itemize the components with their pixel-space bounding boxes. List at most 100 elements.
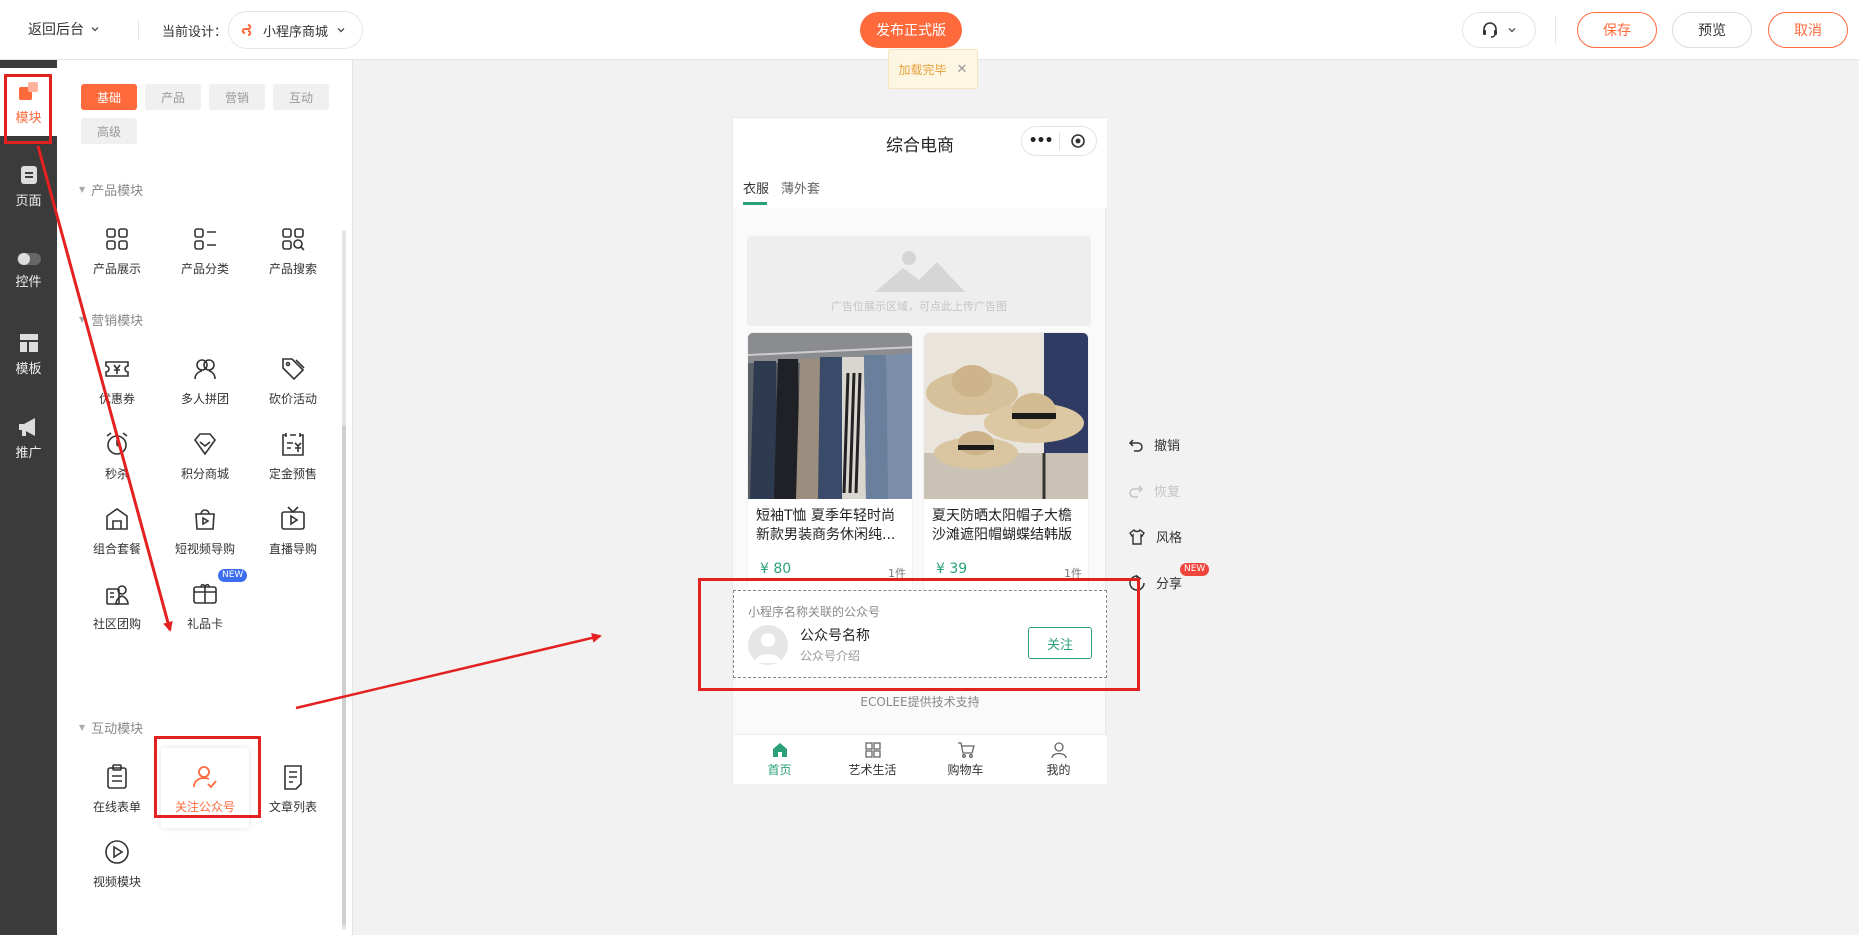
- play-circle-icon: [105, 839, 129, 864]
- rail-item-template[interactable]: 模板: [0, 320, 57, 388]
- tab-marketing[interactable]: 营销: [209, 84, 265, 110]
- palette-scrollbar-thumb[interactable]: [342, 425, 346, 925]
- new-badge: NEW: [1180, 563, 1210, 576]
- module-label: 视频模块: [92, 874, 141, 889]
- grid-icon: [106, 227, 128, 250]
- publish-button[interactable]: 发布正式版: [860, 12, 962, 48]
- user-check-icon: [193, 765, 217, 788]
- section-interactive-modules[interactable]: ▼ 互动模块: [79, 718, 143, 737]
- nav-cart[interactable]: 购物车: [919, 741, 1012, 778]
- module-bargain[interactable]: 砍价活动: [249, 342, 337, 418]
- redo-label: 恢复: [1154, 485, 1181, 500]
- more-icon[interactable]: •••: [1022, 133, 1059, 149]
- support-dropdown[interactable]: [1462, 12, 1536, 48]
- product-name: 夏天防晒太阳帽子大檐沙滩遮阳帽蝴蝶结韩版: [932, 508, 1072, 543]
- tab-interactive[interactable]: 互动: [273, 84, 329, 110]
- module-article-list[interactable]: 文章列表: [249, 750, 337, 826]
- basket-icon: [106, 507, 128, 530]
- module-deposit-presale[interactable]: 定金预售: [249, 417, 337, 493]
- module-label: 社区团购: [92, 616, 141, 631]
- rail-item-page[interactable]: 页面: [0, 152, 57, 220]
- divider: [1555, 16, 1556, 44]
- tab-product[interactable]: 产品: [145, 84, 201, 110]
- rail-item-promote[interactable]: 推广: [0, 404, 57, 472]
- back-to-admin-button[interactable]: 返回后台: [28, 19, 100, 39]
- module-label: 积分商城: [180, 466, 229, 481]
- tab-clothes[interactable]: 衣服: [743, 178, 769, 197]
- module-group-buy[interactable]: 多人拼团: [161, 342, 249, 418]
- product-image-shirts: [748, 333, 912, 499]
- document-icon: [284, 764, 302, 790]
- module-combo[interactable]: 组合套餐: [73, 492, 161, 568]
- module-video[interactable]: 视频模块: [73, 825, 161, 901]
- grid-search-icon: [282, 227, 305, 251]
- calendar-yen-icon: [282, 432, 304, 456]
- product-price: ¥ 80: [760, 561, 792, 577]
- category-list-icon: [194, 227, 216, 250]
- section-product-modules[interactable]: ▼ 产品模块: [79, 180, 143, 199]
- product-qty: 1件: [888, 567, 906, 580]
- design-selector[interactable]: 小程序商城: [228, 11, 363, 49]
- style-button[interactable]: 风格: [1128, 527, 1182, 546]
- phone-preview: 综合电商 ••• 衣服 薄外套 广告位展示区域，可点此上传广告图 短袖T恤 夏季…: [732, 117, 1107, 784]
- miniprogram-capsule[interactable]: •••: [1021, 126, 1097, 156]
- category-tabs: 衣服 薄外套: [733, 168, 1107, 208]
- nav-mine[interactable]: 我的: [1012, 741, 1105, 778]
- follow-official-account-module[interactable]: 小程序名称关联的公众号 公众号名称 公众号介绍 关注: [733, 590, 1107, 678]
- follow-caption: 小程序名称关联的公众号: [748, 605, 881, 619]
- product-qty: 1件: [1064, 567, 1082, 580]
- left-rail: 模块 页面 控件 模板 推广: [0, 60, 57, 935]
- redo-icon: [1129, 484, 1144, 498]
- module-short-video-shop[interactable]: 短视频导购: [161, 492, 249, 568]
- module-label: 定金预售: [268, 466, 317, 481]
- module-label: 礼品卡: [186, 616, 223, 631]
- section-title: 产品模块: [91, 184, 144, 199]
- cancel-button[interactable]: 取消: [1768, 12, 1848, 48]
- tab-basic[interactable]: 基础: [81, 84, 137, 110]
- home-icon: [772, 743, 787, 757]
- loaded-toast: 加载完毕 ✕: [888, 49, 978, 89]
- follow-button[interactable]: 关注: [1028, 627, 1092, 659]
- section-marketing-modules[interactable]: ▼ 营销模块: [79, 310, 143, 329]
- alarm-clock-icon: [106, 431, 128, 455]
- caret-down-icon: ▼: [79, 315, 86, 324]
- module-online-form[interactable]: 在线表单: [73, 750, 161, 826]
- module-points-mall[interactable]: 积分商城: [161, 417, 249, 493]
- module-flash-sale[interactable]: 秒杀: [73, 417, 161, 493]
- account-desc: 公众号介绍: [800, 649, 861, 663]
- undo-button[interactable]: 撤销: [1128, 435, 1180, 454]
- account-name: 公众号名称: [800, 628, 870, 644]
- group-people-icon: [194, 358, 216, 379]
- rail-item-modules[interactable]: 模块: [0, 68, 57, 136]
- share-button[interactable]: 分享: [1128, 573, 1182, 592]
- module-live-shop[interactable]: 直播导购: [249, 492, 337, 568]
- record-icon[interactable]: [1060, 133, 1096, 149]
- redo-button[interactable]: 恢复: [1128, 481, 1180, 500]
- tv-play-icon: [281, 505, 305, 530]
- rail-label: 页面: [15, 193, 42, 209]
- module-product-display[interactable]: 产品展示: [73, 212, 161, 288]
- nav-label: 我的: [1046, 763, 1071, 777]
- module-product-category[interactable]: 产品分类: [161, 212, 249, 288]
- divider: [138, 20, 139, 40]
- avatar: [748, 625, 788, 665]
- tab-advanced[interactable]: 高级: [81, 118, 137, 144]
- module-follow-official-account[interactable]: 关注公众号: [161, 748, 249, 828]
- module-community-group[interactable]: 社区团购: [73, 567, 161, 643]
- preview-button[interactable]: 预览: [1672, 12, 1752, 48]
- tab-underline: [743, 202, 767, 205]
- module-label: 直播导购: [268, 541, 317, 556]
- module-coupon[interactable]: 优惠券: [73, 342, 161, 418]
- tab-light-jacket[interactable]: 薄外套: [781, 178, 820, 197]
- nav-art-life[interactable]: 艺术生活: [826, 741, 919, 778]
- ad-banner-placeholder[interactable]: 广告位展示区域，可点此上传广告图: [747, 236, 1091, 326]
- rail-item-controls[interactable]: 控件: [0, 236, 57, 304]
- save-button[interactable]: 保存: [1577, 12, 1657, 48]
- module-product-search[interactable]: 产品搜索: [249, 212, 337, 288]
- nav-home[interactable]: 首页: [733, 741, 826, 778]
- close-icon[interactable]: ✕: [957, 62, 968, 77]
- module-label: 文章列表: [268, 799, 317, 814]
- shopping-bag-play-icon: [195, 508, 215, 530]
- product-card[interactable]: 夏天防晒太阳帽子大檐沙滩遮阳帽蝴蝶结韩版 ¥ 39 1件: [923, 332, 1089, 602]
- product-card[interactable]: 短袖T恤 夏季年轻时尚新款男装商务休闲纯... ¥ 80 1件: [747, 332, 913, 602]
